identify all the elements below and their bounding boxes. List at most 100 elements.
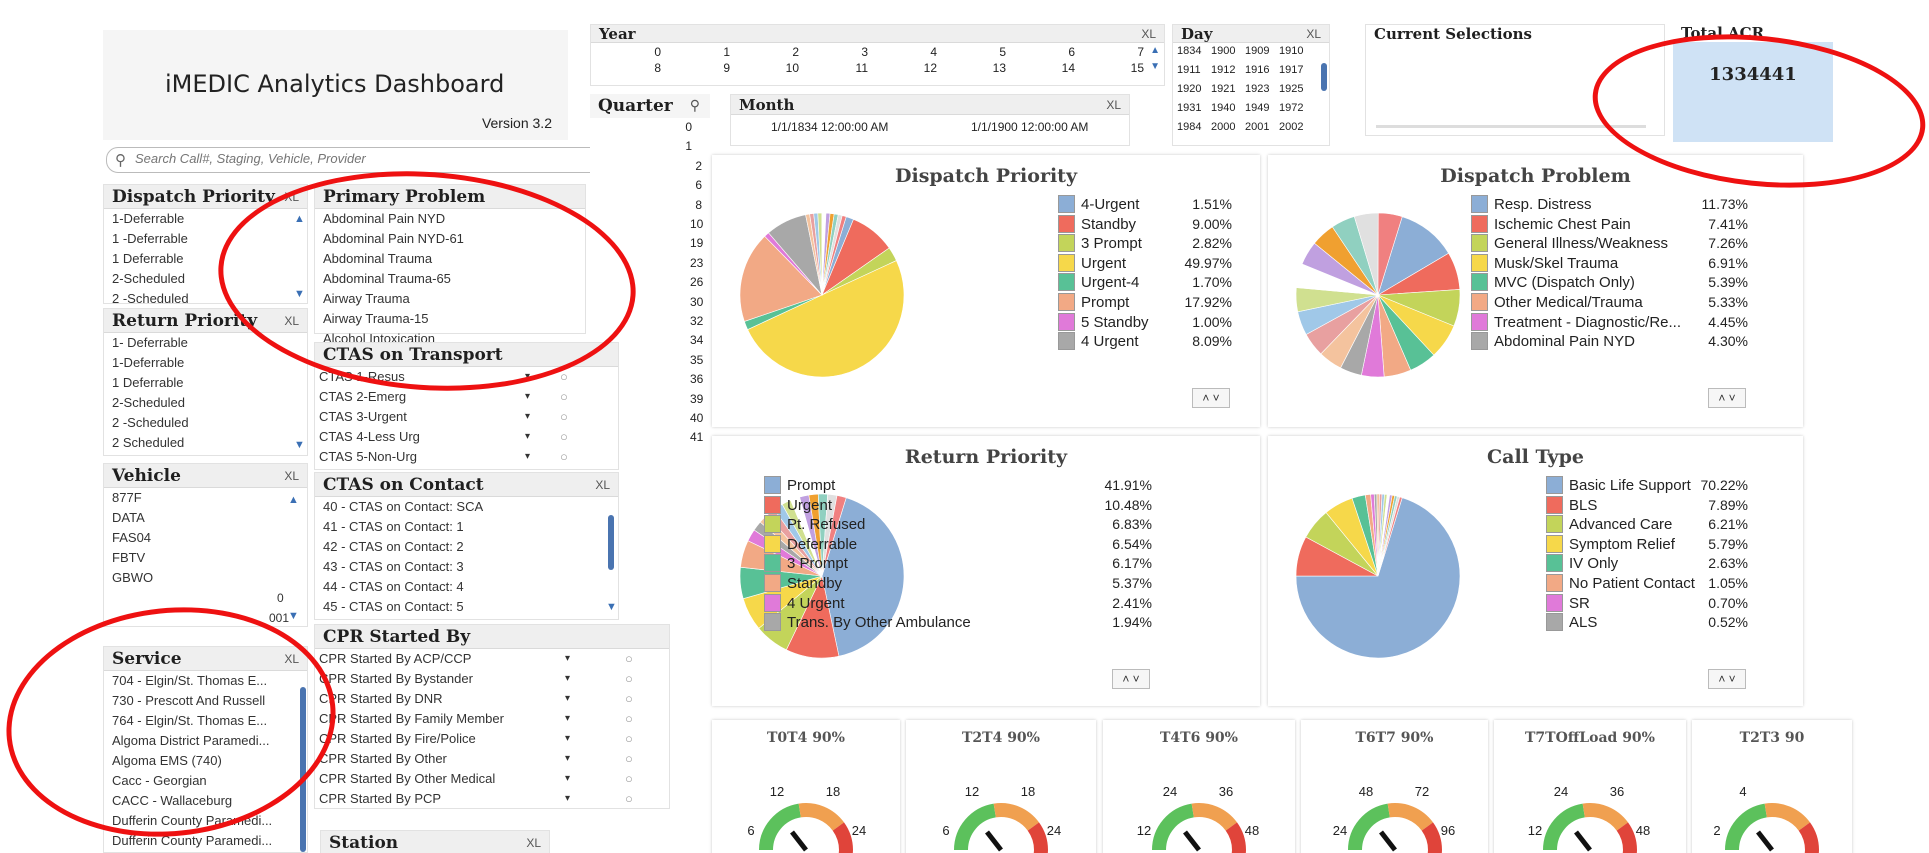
- radio-icon[interactable]: ○: [560, 447, 568, 467]
- chevron-down-icon[interactable]: ˅: [1729, 391, 1736, 405]
- day-value[interactable]: 1925: [1279, 83, 1303, 95]
- dropdown-icon[interactable]: ▾: [565, 669, 570, 689]
- day-value[interactable]: 2000: [1211, 121, 1235, 133]
- list-item[interactable]: 40 - CTAS on Contact: SCA: [315, 497, 618, 517]
- year-value[interactable]: 15: [1114, 61, 1144, 75]
- year-value[interactable]: 5: [976, 45, 1006, 59]
- day-value[interactable]: 1916: [1245, 64, 1269, 76]
- year-value[interactable]: 14: [1045, 61, 1075, 75]
- list-item[interactable]: FBTV: [104, 548, 307, 568]
- radio-icon[interactable]: ○: [625, 729, 633, 749]
- legend-item[interactable]: MVC (Dispatch Only): [1471, 273, 1694, 293]
- list-item[interactable]: CPR Started By Fire/Police ▾ ○: [315, 729, 669, 749]
- pie-chart[interactable]: [1278, 476, 1478, 676]
- chevron-down-icon[interactable]: ˅: [1213, 391, 1220, 405]
- year-value[interactable]: 6: [1045, 45, 1075, 59]
- chevron-down-icon[interactable]: ˅: [1729, 672, 1736, 686]
- day-value[interactable]: 1921: [1211, 83, 1235, 95]
- dropdown-icon[interactable]: ▾: [525, 427, 530, 447]
- scroll-down-icon[interactable]: ▼: [288, 610, 299, 622]
- year-value[interactable]: 3: [838, 45, 868, 59]
- radio-icon[interactable]: ○: [560, 387, 568, 407]
- list-item[interactable]: CPR Started By Family Member ▾ ○: [315, 709, 669, 729]
- list-item[interactable]: FAS04: [104, 528, 307, 548]
- year-value[interactable]: 12: [907, 61, 937, 75]
- legend-item[interactable]: 4-Urgent: [1058, 195, 1281, 215]
- list-item[interactable]: 43 - CTAS on Contact: 3: [315, 557, 618, 577]
- scroll-down-icon[interactable]: ▼: [294, 439, 305, 451]
- legend-item[interactable]: Treatment - Diagnostic/Re...: [1471, 312, 1694, 333]
- list-item[interactable]: CPR Started By Other ▾ ○: [315, 749, 669, 769]
- legend-item[interactable]: Resp. Distress: [1471, 195, 1694, 215]
- day-value[interactable]: 1949: [1245, 102, 1269, 114]
- day-value[interactable]: 1940: [1211, 102, 1235, 114]
- list-item[interactable]: 2-Scheduled: [104, 393, 307, 413]
- year-value[interactable]: 8: [631, 61, 661, 75]
- radio-icon[interactable]: ○: [625, 789, 633, 809]
- year-value[interactable]: 4: [907, 45, 937, 59]
- dropdown-icon[interactable]: ▾: [525, 447, 530, 467]
- day-value[interactable]: 2001: [1245, 121, 1269, 133]
- radio-icon[interactable]: ○: [625, 709, 633, 729]
- pie-chart[interactable]: [722, 195, 922, 395]
- day-value[interactable]: 1912: [1211, 64, 1235, 76]
- chevron-up-icon[interactable]: ˄: [1202, 391, 1212, 405]
- radio-icon[interactable]: ○: [625, 689, 633, 709]
- scroll-down-icon[interactable]: ▼: [1150, 61, 1160, 72]
- dropdown-icon[interactable]: ▾: [565, 649, 570, 669]
- legend-item[interactable]: 4 Urgent: [1058, 332, 1281, 352]
- list-item[interactable]: DATA: [104, 508, 307, 528]
- year-value[interactable]: 2: [769, 45, 799, 59]
- year-value[interactable]: 11: [838, 61, 868, 75]
- search-input[interactable]: [135, 151, 615, 166]
- list-item[interactable]: GBWO: [104, 568, 307, 588]
- day-value[interactable]: 1909: [1245, 45, 1269, 57]
- legend-item[interactable]: Trans. By Other Ambulance: [764, 613, 987, 633]
- year-value[interactable]: 9: [700, 61, 730, 75]
- list-item[interactable]: CPR Started By Bystander ▾ ○: [315, 669, 669, 689]
- day-value[interactable]: 1917: [1279, 64, 1303, 76]
- legend-item[interactable]: Urgent: [1058, 253, 1281, 274]
- list-item[interactable]: 1-Deferrable: [104, 353, 307, 373]
- list-item[interactable]: CPR Started By Other Medical ▾ ○: [315, 769, 669, 789]
- list-item[interactable]: 877F: [104, 488, 307, 508]
- list-item[interactable]: CPR Started By ACP/CCP ▾ ○: [315, 649, 669, 669]
- legend-item[interactable]: Other Medical/Trauma: [1471, 292, 1694, 313]
- radio-icon[interactable]: ○: [560, 427, 568, 447]
- legend-item[interactable]: Musk/Skel Trauma: [1471, 253, 1694, 274]
- chart-scroll-buttons[interactable]: ˄ ˅: [1192, 388, 1230, 408]
- year-value[interactable]: 10: [769, 61, 799, 75]
- list-item[interactable]: 45 - CTAS on Contact: 5: [315, 597, 618, 617]
- list-item[interactable]: CTAS 5-Non-Urg ▾ ○: [315, 447, 618, 467]
- day-scrollbar[interactable]: [1321, 63, 1327, 91]
- radio-icon[interactable]: ○: [625, 769, 633, 789]
- dropdown-icon[interactable]: ▾: [565, 729, 570, 749]
- day-value[interactable]: 2002: [1279, 121, 1303, 133]
- pie-chart[interactable]: [1278, 195, 1478, 395]
- list-item[interactable]: 42 - CTAS on Contact: 2: [315, 537, 618, 557]
- scroll-up-icon[interactable]: ▲: [1150, 45, 1160, 56]
- radio-icon[interactable]: ○: [560, 407, 568, 427]
- day-value[interactable]: 1931: [1177, 102, 1201, 114]
- chevron-down-icon[interactable]: ˅: [1133, 672, 1140, 686]
- list-item[interactable]: 2 Scheduled: [104, 433, 307, 453]
- legend-item[interactable]: Standby: [1058, 214, 1281, 235]
- dropdown-icon[interactable]: ▾: [525, 387, 530, 407]
- list-item[interactable]: CPR Started By PCP ▾ ○: [315, 789, 669, 809]
- dropdown-icon[interactable]: ▾: [565, 689, 570, 709]
- list-item[interactable]: CTAS 4-Less Urg ▾ ○: [315, 427, 618, 447]
- legend-item[interactable]: 3 Prompt: [764, 554, 987, 574]
- dropdown-icon[interactable]: ▾: [565, 709, 570, 729]
- radio-icon[interactable]: ○: [625, 749, 633, 769]
- chart-scroll-buttons[interactable]: ˄ ˅: [1708, 388, 1746, 408]
- ctas-contact-scrollbar[interactable]: [608, 515, 614, 570]
- day-value[interactable]: 1972: [1279, 102, 1303, 114]
- month-value-1[interactable]: 1/1/1834 12:00:00 AM: [771, 115, 888, 139]
- legend-item[interactable]: Standby: [764, 573, 987, 594]
- year-value[interactable]: 13: [976, 61, 1006, 75]
- legend-item[interactable]: Abdominal Pain NYD: [1471, 332, 1694, 352]
- dropdown-icon[interactable]: ▾: [525, 407, 530, 427]
- radio-icon[interactable]: ○: [625, 669, 633, 689]
- day-value[interactable]: 1910: [1279, 45, 1303, 57]
- legend-item[interactable]: 5 Standby: [1058, 312, 1281, 333]
